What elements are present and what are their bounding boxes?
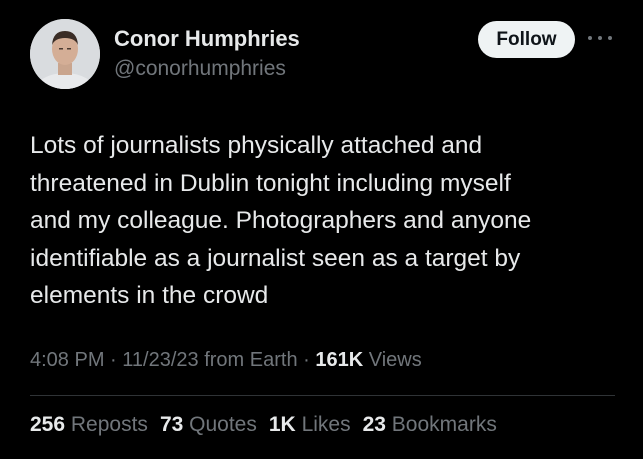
reposts-count: 256	[30, 413, 66, 436]
avatar-image	[30, 19, 100, 89]
tweet-date[interactable]: 11/23/23	[122, 349, 198, 371]
reposts-label: Reposts	[70, 413, 148, 436]
likes-stat[interactable]: 1K Likes	[269, 413, 351, 437]
tweet-text-line: and my colleague. Photographers and anyo…	[30, 207, 532, 234]
views-label: Views	[368, 349, 422, 371]
tweet-source: from Earth	[204, 349, 298, 371]
more-dot	[598, 36, 602, 40]
meta-separator: ·	[110, 349, 123, 371]
tweet-text-line: elements in the crowd	[30, 282, 269, 309]
meta-separator: ·	[303, 349, 316, 371]
quotes-count: 73	[159, 413, 184, 436]
avatar[interactable]	[30, 19, 100, 89]
tweet-meta: 4:08 PM · 11/23/23 from Earth · 161K Vie…	[30, 349, 422, 372]
reposts-stat[interactable]: 256 Reposts	[30, 413, 148, 437]
author-name[interactable]: Conor Humphries	[114, 26, 300, 52]
quotes-label: Quotes	[189, 413, 257, 436]
tweet-time[interactable]: 4:08 PM	[30, 349, 104, 371]
tweet-text-line: identifiable as a journalist seen as a t…	[30, 244, 521, 272]
tweet-text: Lots of journalists physically attached …	[30, 127, 620, 315]
more-horizontal-icon[interactable]	[588, 30, 612, 46]
follow-button[interactable]: Follow	[478, 21, 575, 58]
more-dot	[608, 36, 612, 40]
bookmarks-count: 23	[362, 413, 386, 436]
bookmarks-label: Bookmarks	[391, 413, 497, 436]
tweet-card: Conor Humphries @conorhumphries Follow L…	[0, 0, 643, 459]
tweet-text-line: Lots of journalists physically attached …	[30, 132, 483, 159]
author-handle[interactable]: @conorhumphries	[114, 57, 286, 81]
more-dot	[588, 36, 592, 40]
bookmarks-stat[interactable]: 23 Bookmarks	[363, 413, 497, 437]
divider	[30, 395, 615, 396]
tweet-text-line: threatened in Dublin tonight including m…	[30, 169, 511, 197]
likes-label: Likes	[301, 413, 351, 436]
likes-count: 1K	[268, 413, 296, 436]
views-count[interactable]: 161K	[315, 349, 363, 371]
engagement-stats: 256 Reposts 73 Quotes 1K Likes 23 Bookma…	[30, 413, 497, 437]
quotes-stat[interactable]: 73 Quotes	[160, 413, 257, 437]
